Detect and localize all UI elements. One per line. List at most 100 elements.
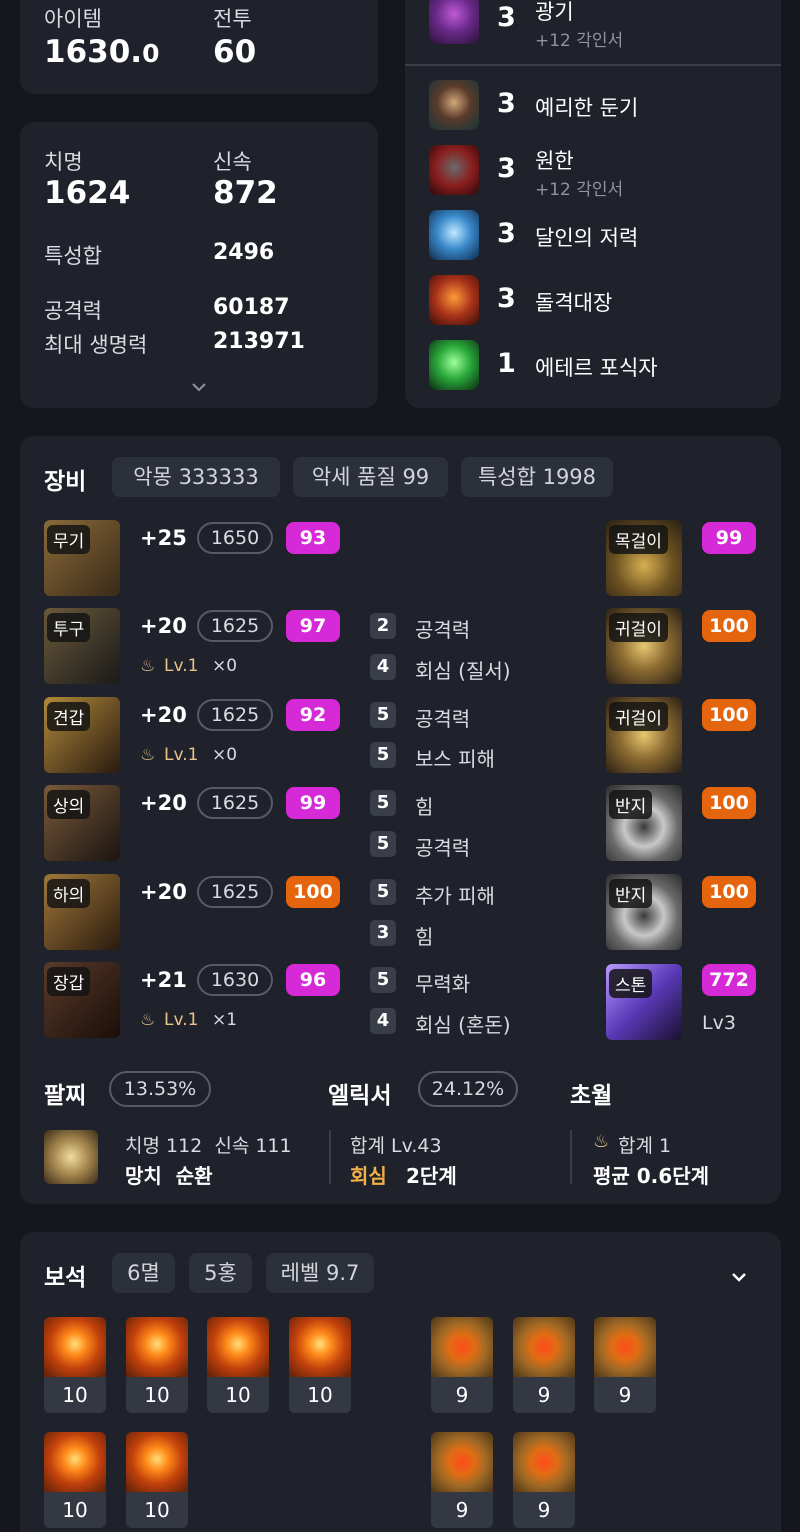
quality-badge: 100 <box>702 699 756 731</box>
crimson-gem-icon <box>513 1432 575 1492</box>
effect-name: 보스 피해 <box>415 747 495 771</box>
accessory-earring[interactable]: 귀걸이 100 <box>606 608 758 686</box>
combat-level-value: 60 <box>213 34 257 70</box>
effect-level: 3 <box>370 920 396 946</box>
demon-face-icon <box>429 0 479 44</box>
gear-row-pants[interactable]: 하의 +20 1625 100 <box>44 874 364 952</box>
chevron-down-icon[interactable] <box>730 1268 748 1282</box>
gem-item[interactable]: 9 <box>594 1317 656 1413</box>
engraving-level: 3 <box>497 88 516 119</box>
gem-item[interactable]: 9 <box>431 1317 493 1413</box>
annihilation-gem-icon <box>44 1317 106 1377</box>
engravings-card: 3 광기 +12 각인서 3 예리한 둔기 3 원한 +12 각인서 3 달인의… <box>405 0 781 408</box>
warrior-icon <box>429 210 479 260</box>
engraving-item[interactable]: 3 광기 +12 각인서 <box>429 0 769 51</box>
bracelet-icon[interactable] <box>44 1130 98 1184</box>
gem-item[interactable]: 10 <box>126 1317 188 1413</box>
accessory-earring[interactable]: 귀걸이 100 <box>606 697 758 775</box>
slot-tag: 투구 <box>47 613 91 642</box>
gem-level: 10 <box>44 1492 106 1528</box>
enhance-level: +25 <box>140 526 187 550</box>
engraving-item[interactable]: 3 예리한 둔기 <box>429 80 769 130</box>
crimson-gem-icon <box>431 1432 493 1492</box>
gear-row-gloves[interactable]: 장갑 +21 1630 96 ♨ Lv.1 ×1 <box>44 962 364 1040</box>
engraving-level: 3 <box>497 2 516 33</box>
engraving-item[interactable]: 3 돌격대장 <box>429 275 769 325</box>
accessory-ring[interactable]: 반지 100 <box>606 785 758 863</box>
engraving-name: 에테르 포식자 <box>535 356 658 380</box>
gem-item[interactable]: 9 <box>513 1432 575 1528</box>
enhance-level: +20 <box>140 791 187 815</box>
gem-item[interactable]: 9 <box>431 1432 493 1528</box>
divider <box>329 1130 331 1184</box>
quality-badge: 93 <box>286 522 340 554</box>
accessory-ring[interactable]: 반지 100 <box>606 874 758 952</box>
effect-level: 5 <box>370 702 396 728</box>
gear-row-helmet[interactable]: 투구 +20 1625 97 ♨ Lv.1 ×0 <box>44 608 364 686</box>
engraving-item[interactable]: 3 원한 +12 각인서 <box>429 145 769 201</box>
item-level-pill: 1625 <box>197 787 273 819</box>
shoulder-icon: 견갑 <box>44 697 120 773</box>
quality-badge: 100 <box>286 876 340 908</box>
annihilation-gem-icon <box>207 1317 269 1377</box>
slot-tag: 상의 <box>47 790 91 819</box>
bonus-level: Lv.1 <box>164 656 199 676</box>
gem-item[interactable]: 10 <box>289 1317 351 1413</box>
gem-level: 9 <box>513 1492 575 1528</box>
transcend-line2: 평균 0.6단계 <box>593 1164 709 1188</box>
bracelet-line1: 치명 112 신속 111 <box>125 1135 292 1157</box>
equipment-chip: 특성합 1998 <box>461 457 613 497</box>
gem-chip: 6멸 <box>112 1253 175 1293</box>
beast-icon <box>429 145 479 195</box>
equipment-card: 장비 악몽 333333 악세 품질 99 특성합 1998 무기 +25 16… <box>20 436 781 1204</box>
enhance-level: +21 <box>140 968 187 992</box>
gem-chip: 레벨 9.7 <box>266 1253 374 1293</box>
quality-badge: 99 <box>702 522 756 554</box>
engraving-level: 3 <box>497 218 516 249</box>
gear-row-shoulder[interactable]: 견갑 +20 1625 92 ♨ Lv.1 ×0 <box>44 697 364 775</box>
swift-label: 신속 <box>213 150 252 174</box>
stone-level: Lv3 <box>702 1012 736 1034</box>
expand-chevron-icon[interactable] <box>190 378 208 392</box>
gem-item[interactable]: 9 <box>513 1317 575 1413</box>
quality-badge: 92 <box>286 699 340 731</box>
gem-item[interactable]: 10 <box>207 1317 269 1413</box>
gem-level: 9 <box>594 1377 656 1413</box>
quality-badge: 96 <box>286 964 340 996</box>
slot-tag: 반지 <box>609 879 653 908</box>
gear-row-chest[interactable]: 상의 +20 1625 99 <box>44 785 364 863</box>
engraving-sub: +12 각인서 <box>535 180 624 200</box>
engraving-item[interactable]: 1 에테르 포식자 <box>429 340 769 390</box>
earring-icon: 귀걸이 <box>606 608 682 684</box>
accessory-stone[interactable]: 스톤 772 Lv3 <box>606 962 758 1040</box>
quality-badge: 97 <box>286 610 340 642</box>
engraving-name: 광기 <box>535 0 574 24</box>
swift-value: 872 <box>213 175 278 211</box>
crimson-gem-icon <box>431 1317 493 1377</box>
ring-icon: 반지 <box>606 785 682 861</box>
engraving-name: 예리한 둔기 <box>535 96 639 120</box>
slot-tag: 무기 <box>47 525 91 554</box>
slot-tag: 견갑 <box>47 702 91 731</box>
ether-icon <box>429 340 479 390</box>
accessory-necklace[interactable]: 목걸이 99 <box>606 520 758 598</box>
engraving-item[interactable]: 3 달인의 저력 <box>429 210 769 260</box>
engraving-name: 돌격대장 <box>535 291 613 315</box>
gem-chip: 5홍 <box>189 1253 252 1293</box>
engraving-level: 3 <box>497 283 516 314</box>
crimson-gem-icon <box>513 1317 575 1377</box>
gem-item[interactable]: 10 <box>126 1432 188 1528</box>
gem-item[interactable]: 10 <box>44 1317 106 1413</box>
quality-badge: 99 <box>286 787 340 819</box>
gem-level: 9 <box>513 1377 575 1413</box>
effect-level: 4 <box>370 654 396 680</box>
annihilation-gem-icon <box>126 1317 188 1377</box>
quality-badge: 100 <box>702 787 756 819</box>
transcend-label: 초월 <box>570 1083 613 1109</box>
effect-name: 힘 <box>415 925 434 949</box>
gem-item[interactable]: 10 <box>44 1432 106 1528</box>
gear-row-weapon[interactable]: 무기 +25 1650 93 <box>44 520 364 598</box>
engraving-divider <box>405 64 781 66</box>
equipment-chip: 악세 품질 99 <box>293 457 448 497</box>
enhance-level: +20 <box>140 703 187 727</box>
